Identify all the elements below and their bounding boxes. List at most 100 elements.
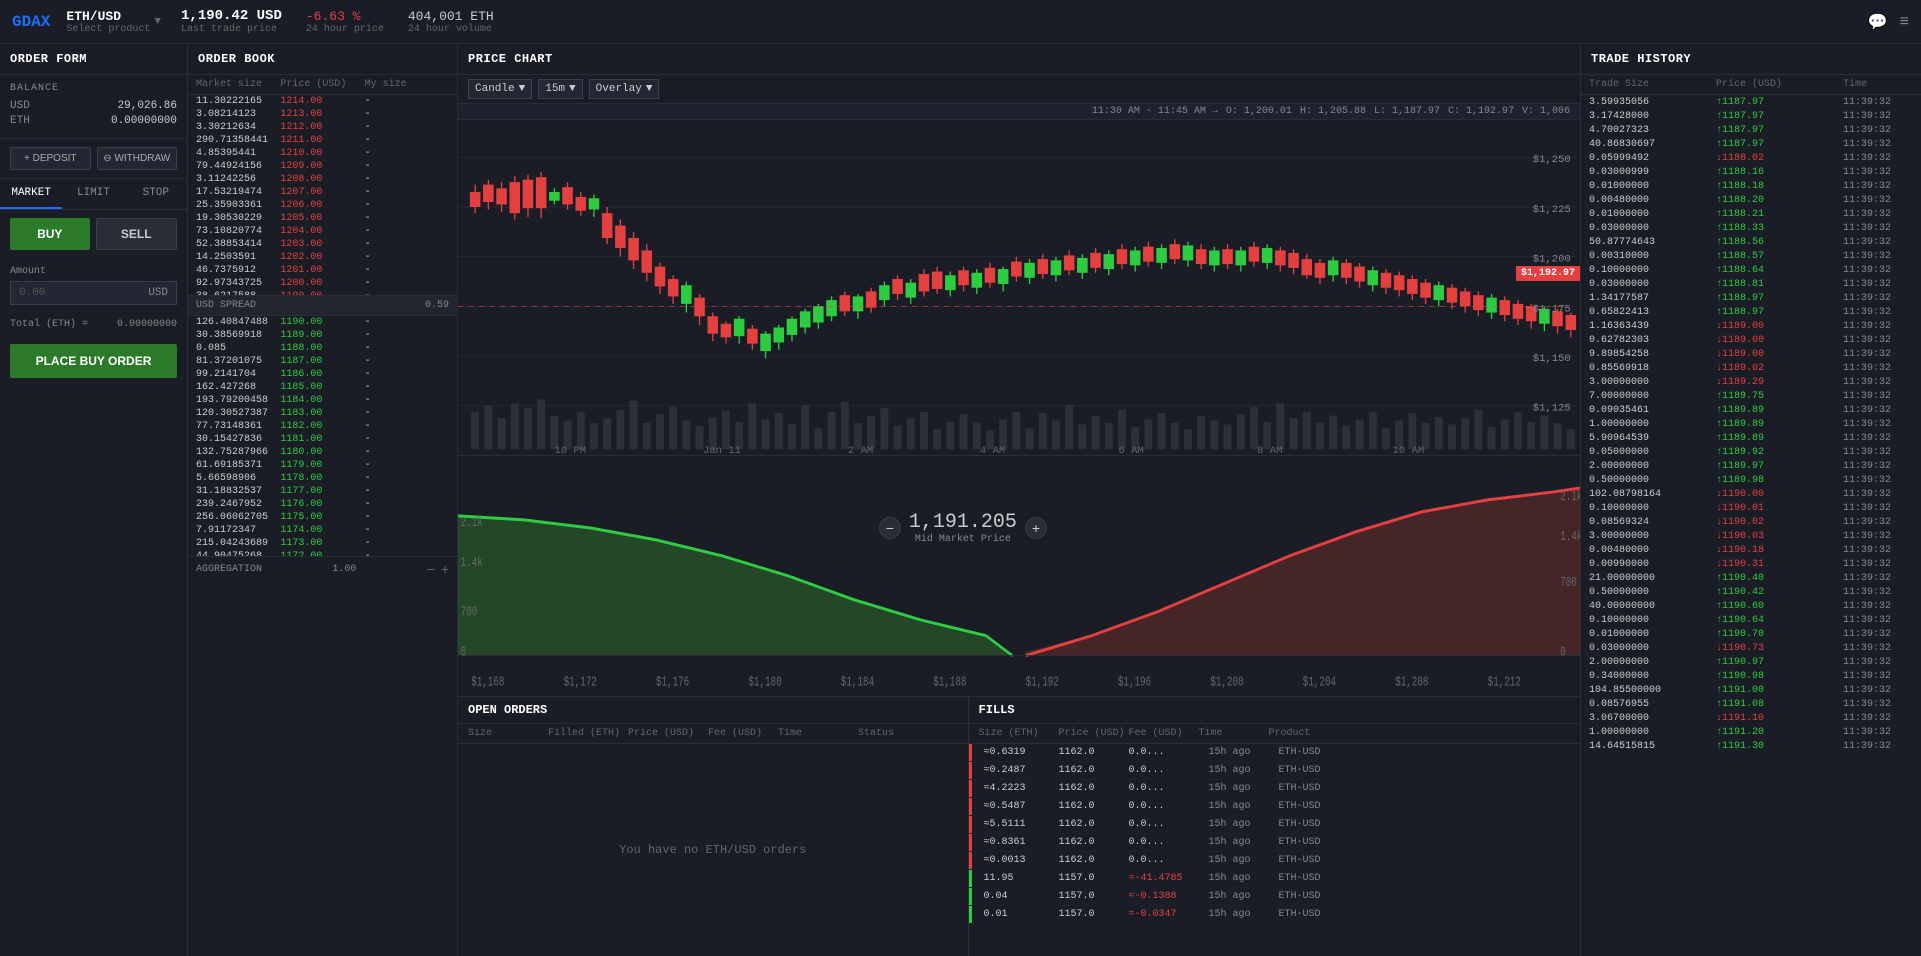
- chat-icon-button[interactable]: 💬: [1868, 12, 1888, 32]
- spread-row: USD SPREAD 0.59: [188, 295, 457, 316]
- zoom-in-button[interactable]: +: [1025, 517, 1047, 539]
- svg-text:2 AM: 2 AM: [848, 445, 873, 455]
- buy-order-row[interactable]: 30.385699181189.00-: [188, 329, 457, 342]
- deposit-button[interactable]: + DEPOSIT: [10, 147, 91, 170]
- trade-history-row: 0.05999492↓1188.0211:39:32: [1581, 151, 1921, 165]
- sell-button[interactable]: SELL: [96, 218, 178, 250]
- total-value: 0.00000000: [117, 319, 177, 330]
- trade-history-row: 0.62782303↓1189.0011:39:32: [1581, 333, 1921, 347]
- buy-order-row[interactable]: 126.408474881190.00-: [188, 316, 457, 329]
- sell-order-row[interactable]: 11.302221651214.00-: [188, 95, 457, 108]
- trade-history-row: 0.03000000↓1190.7311:39:32: [1581, 641, 1921, 655]
- withdraw-button[interactable]: ⊖ WITHDRAW: [97, 147, 178, 170]
- eth-amount: 0.00000000: [111, 115, 177, 127]
- trade-history-row: 0.08576955↑1191.0811:39:32: [1581, 697, 1921, 711]
- trade-history-row: 0.10000000↑1188.6411:39:32: [1581, 263, 1921, 277]
- aggregation-decrease-button[interactable]: −: [427, 561, 435, 577]
- amount-currency: USD: [148, 287, 168, 299]
- trade-history-row: 3.59935056↑1187.9711:39:32: [1581, 95, 1921, 109]
- sell-order-row[interactable]: 17.532194741207.00-: [188, 186, 457, 199]
- buy-order-row[interactable]: 120.305273871183.00-: [188, 407, 457, 420]
- buy-order-row[interactable]: 99.21417041186.00-: [188, 368, 457, 381]
- place-buy-order-button[interactable]: PLACE BUY ORDER: [10, 344, 177, 378]
- sell-order-row[interactable]: 73.108207741204.00-: [188, 225, 457, 238]
- price-change: -6.63 %: [306, 9, 361, 24]
- total-row: Total (ETH) = 0.00000000: [0, 313, 187, 336]
- chart-type-select[interactable]: Candle ▼: [468, 79, 532, 99]
- ob-col-price: Price (USD): [280, 79, 364, 90]
- sell-orders-list[interactable]: 11.302221651214.00-3.082141231213.00-3.3…: [188, 95, 457, 295]
- buy-order-row[interactable]: 162.4272681185.00-: [188, 381, 457, 394]
- chart-interval-select[interactable]: 15m ▼: [538, 79, 582, 99]
- buy-order-row[interactable]: 0.0851188.00-: [188, 342, 457, 355]
- buy-order-row[interactable]: 193.792004581184.00-: [188, 394, 457, 407]
- tab-limit[interactable]: LIMIT: [62, 179, 124, 209]
- svg-text:700: 700: [461, 604, 478, 621]
- sell-order-row[interactable]: 46.73759121201.00-: [188, 264, 457, 277]
- fills-col-time: Time: [1199, 728, 1269, 739]
- fill-row: ≈0.63191162.00.0...15h agoETH-USD: [969, 744, 1580, 762]
- tab-stop[interactable]: STOP: [125, 179, 187, 209]
- fill-row: 0.011157.0≈-0.034715h agoETH-USD: [969, 906, 1580, 924]
- sell-order-row[interactable]: 4.853954411210.00-: [188, 147, 457, 160]
- trade-history-row: 0.00310000↑1188.5711:39:32: [1581, 249, 1921, 263]
- svg-text:0: 0: [1560, 644, 1566, 661]
- sell-order-row[interactable]: 92.973437251200.00-: [188, 277, 457, 290]
- buy-orders-list[interactable]: 126.408474881190.00-30.385699181189.00-0…: [188, 316, 457, 556]
- trade-history-row: 0.08569324↓1190.0211:39:32: [1581, 515, 1921, 529]
- fills-col-product: Product: [1269, 728, 1339, 739]
- trade-history-row: 21.00000000↑1190.4011:39:32: [1581, 571, 1921, 585]
- current-price-badge: $1,192.97: [1516, 266, 1580, 281]
- buy-order-row[interactable]: 239.24679521176.00-: [188, 498, 457, 511]
- trade-history-row: 3.17428000↑1187.9711:39:32: [1581, 109, 1921, 123]
- amount-label: Amount: [10, 266, 177, 277]
- pair-selector[interactable]: ETH/USD Select product ▼: [66, 9, 161, 35]
- buy-button[interactable]: BUY: [10, 218, 90, 250]
- trade-history-row: 0.50000000↑1190.4211:39:32: [1581, 585, 1921, 599]
- fills-columns: Size (ETH) Price (USD) Fee (USD) Time Pr…: [969, 724, 1580, 744]
- sell-order-row[interactable]: 52.388534141203.00-: [188, 238, 457, 251]
- price-info: 1,190.42 USD Last trade price -6.63 % 24…: [181, 8, 494, 35]
- trade-history-row: 0.03000000↑1188.8111:39:32: [1581, 277, 1921, 291]
- sell-order-row[interactable]: 25.359033611206.00-: [188, 199, 457, 212]
- svg-text:2.1k: 2.1k: [1560, 489, 1580, 506]
- eth-balance-row: ETH 0.00000000: [10, 115, 177, 127]
- sell-order-row[interactable]: 3.112422561208.00-: [188, 173, 457, 186]
- buy-order-row[interactable]: 31.188325371177.00-: [188, 485, 457, 498]
- aggregation-controls: − +: [427, 561, 449, 577]
- buy-order-row[interactable]: 215.042436891173.00-: [188, 537, 457, 550]
- buy-order-row[interactable]: 30.154278361181.00-: [188, 433, 457, 446]
- buy-order-row[interactable]: 77.731483611182.00-: [188, 420, 457, 433]
- sell-order-row[interactable]: 19.305302291205.00-: [188, 212, 457, 225]
- chart-close: C: 1,192.97: [1448, 106, 1514, 117]
- aggregation-increase-button[interactable]: +: [441, 561, 449, 577]
- chart-overlay-select[interactable]: Overlay ▼: [589, 79, 660, 99]
- oo-col-time: Time: [778, 728, 858, 739]
- zoom-out-button[interactable]: −: [879, 517, 901, 539]
- sell-order-row[interactable]: 3.082141231213.00-: [188, 108, 457, 121]
- spread-label: USD SPREAD: [196, 300, 256, 311]
- buy-order-row[interactable]: 7.911723471174.00-: [188, 524, 457, 537]
- trade-history-row: 0.00480000↑1188.2011:39:32: [1581, 193, 1921, 207]
- trade-history-row: 3.06700000↓1191.1011:39:32: [1581, 711, 1921, 725]
- chart-time-range: 11:30 AM - 11:45 AM →: [1092, 106, 1218, 117]
- svg-text:$1,176: $1,176: [656, 674, 689, 691]
- buy-order-row[interactable]: 256.060627051175.00-: [188, 511, 457, 524]
- sell-order-row[interactable]: 3.302126341212.00-: [188, 121, 457, 134]
- buy-order-row[interactable]: 132.752879661180.00-: [188, 446, 457, 459]
- amount-input-wrapper: 0.00 USD: [10, 281, 177, 305]
- trade-history-row: 0.85569918↓1189.0211:39:32: [1581, 361, 1921, 375]
- buy-order-row[interactable]: 81.372010751187.00-: [188, 355, 457, 368]
- tab-market[interactable]: MARKET: [0, 179, 62, 209]
- sell-order-row[interactable]: 290.713584411211.00-: [188, 134, 457, 147]
- trade-history-row: 0.10000000↓1190.0111:39:32: [1581, 501, 1921, 515]
- sell-order-row[interactable]: 14.25035911202.00-: [188, 251, 457, 264]
- fills-list: ≈0.63191162.00.0...15h agoETH-USD≈0.2487…: [969, 744, 1580, 956]
- fill-row: ≈4.22231162.00.0...15h agoETH-USD: [969, 780, 1580, 798]
- menu-icon-button[interactable]: ≡: [1900, 12, 1909, 32]
- trade-history-row: 1.16363439↓1189.0011:39:32: [1581, 319, 1921, 333]
- sell-order-row[interactable]: 79.449241561209.00-: [188, 160, 457, 173]
- trade-history-row: 0.03000999↑1188.1611:39:32: [1581, 165, 1921, 179]
- buy-order-row[interactable]: 61.691853711179.00-: [188, 459, 457, 472]
- buy-order-row[interactable]: 5.665989061178.00-: [188, 472, 457, 485]
